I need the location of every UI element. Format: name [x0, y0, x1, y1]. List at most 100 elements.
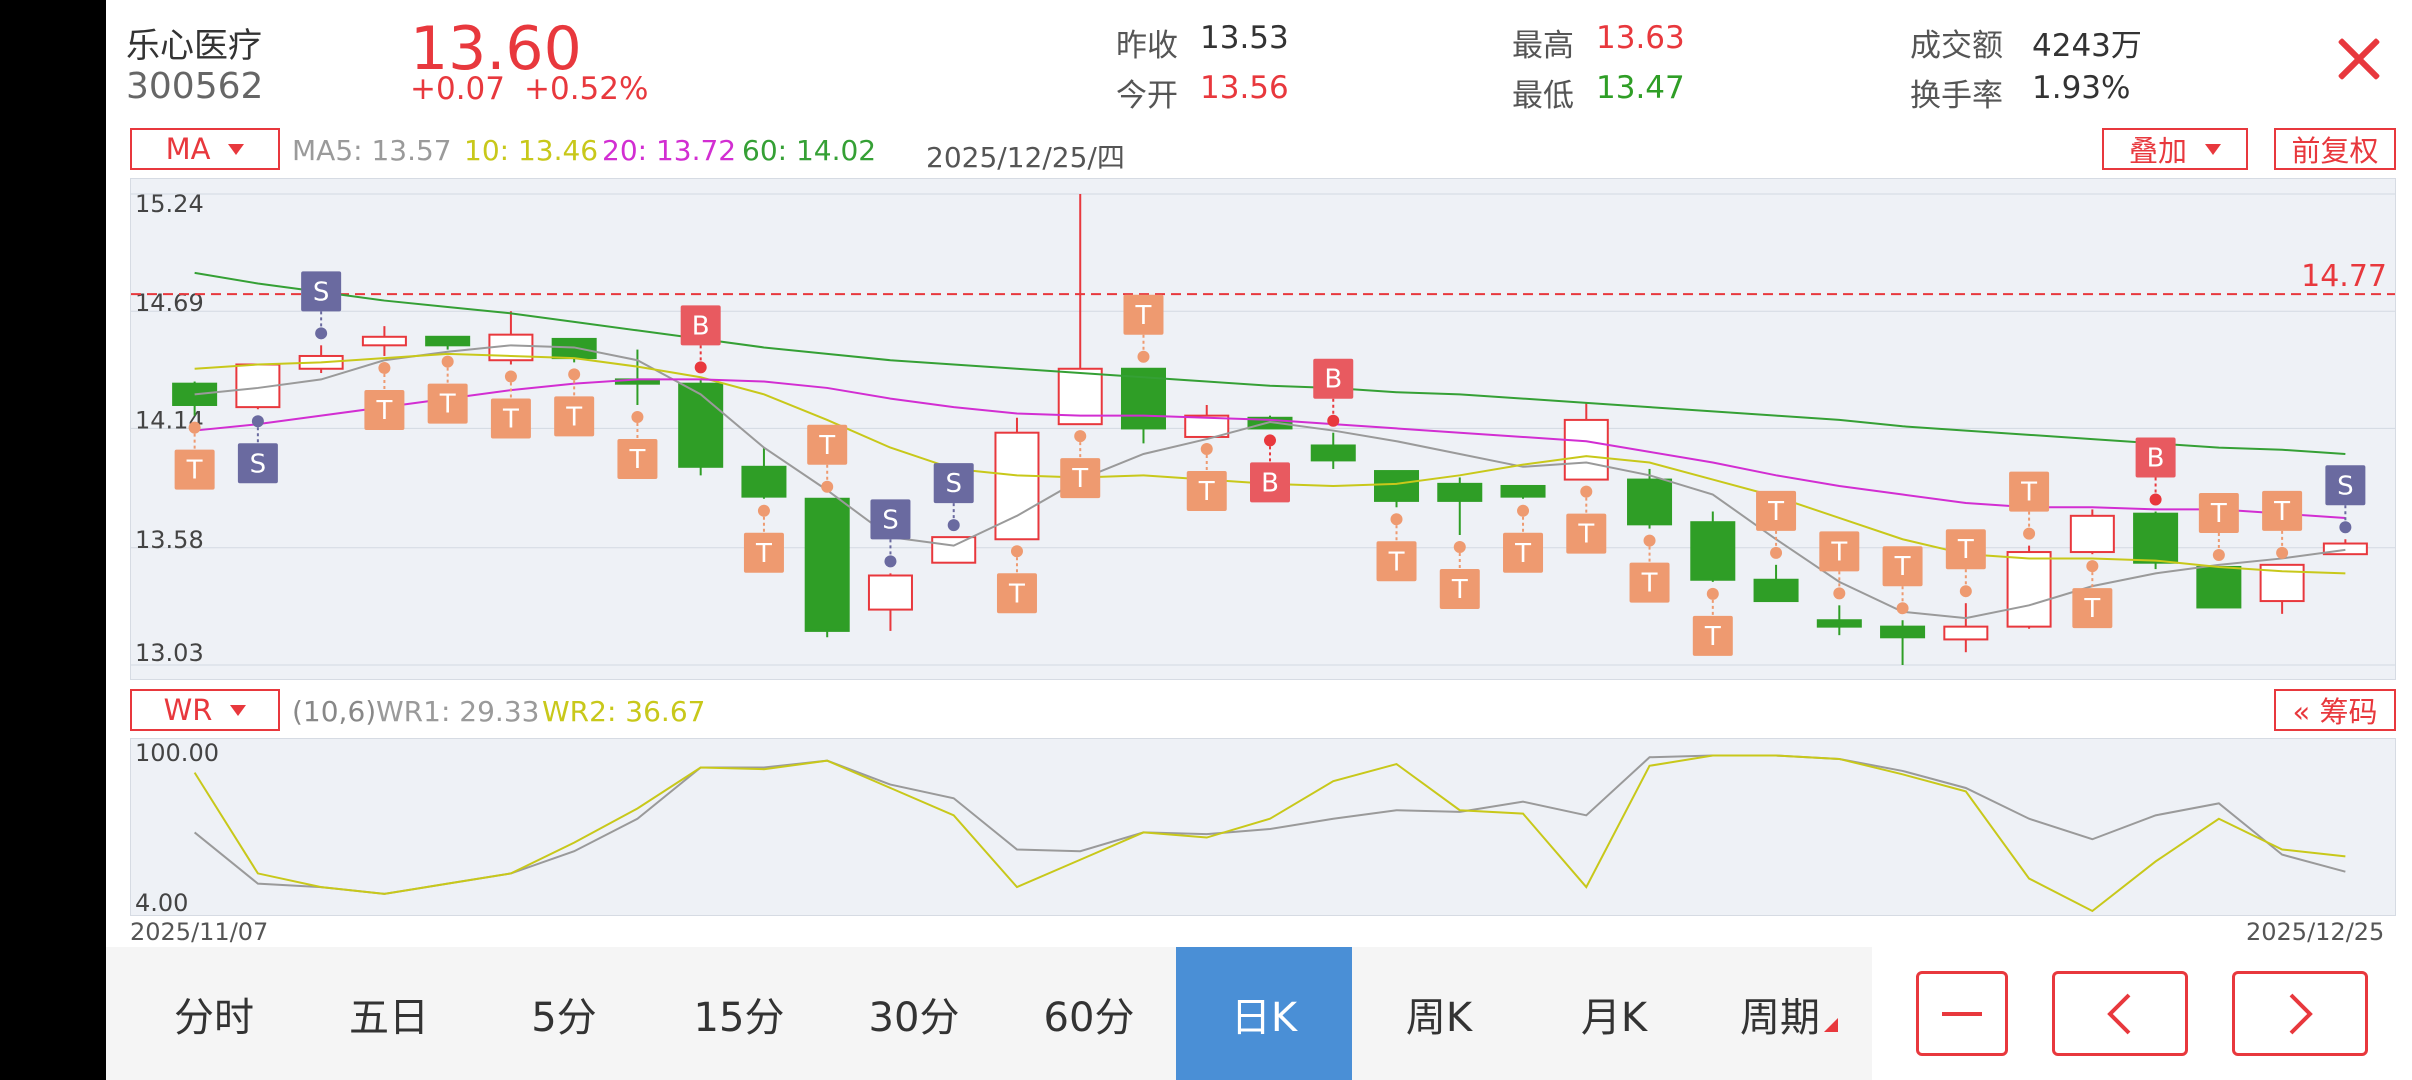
turnover-label: 换手率 — [1910, 78, 2003, 114]
signal-dot — [2149, 493, 2162, 506]
tab-6[interactable]: 日K — [1176, 947, 1352, 1080]
signal-dot — [1517, 504, 1530, 517]
signal-label: T — [565, 402, 582, 432]
signal-dot — [2276, 546, 2289, 559]
amount-label: 成交额 — [1910, 28, 2003, 64]
wr-y-tick-label: 100.00 — [135, 739, 219, 767]
ma60-value: 60: 14.02 — [742, 134, 877, 167]
signal-dot — [2339, 521, 2352, 534]
signal-label: T — [186, 456, 203, 486]
candle-body — [2069, 514, 2115, 554]
wr2-line — [193, 754, 2346, 913]
tab-1[interactable]: 五日 — [301, 947, 477, 1080]
signal-label: T — [1451, 575, 1468, 605]
candle-body — [931, 536, 977, 564]
ma20-value: 20: 13.72 — [602, 134, 737, 167]
signal-label: S — [2337, 471, 2354, 501]
scroll-left-button[interactable] — [2052, 971, 2188, 1056]
signal-label: T — [439, 390, 456, 420]
signal-label: S — [250, 449, 267, 479]
minus-icon — [1942, 1011, 1982, 1016]
tab-3[interactable]: 15分 — [651, 947, 827, 1080]
tab-4[interactable]: 30分 — [826, 947, 1002, 1080]
indicator-selector-ma[interactable]: MA — [130, 128, 280, 170]
adjust-button[interactable]: 前复权 — [2274, 128, 2396, 170]
corner-triangle-icon — [1824, 1017, 1838, 1032]
overlay-label: 叠加 — [2128, 134, 2187, 168]
high-value: 13.63 — [1596, 20, 1685, 56]
overlay-selector[interactable]: 叠加 — [2102, 128, 2248, 170]
signal-label: B — [2147, 444, 2165, 474]
chips-button[interactable]: « 筹码 — [2274, 689, 2396, 731]
stock-code: 300562 — [126, 66, 264, 107]
signal-dot — [884, 555, 897, 568]
signal-label: T — [375, 396, 392, 426]
candle-body — [1816, 619, 1862, 628]
low-label: 最低 — [1512, 78, 1574, 114]
signal-dot — [251, 415, 264, 428]
signal-dot — [1200, 442, 1213, 455]
zoom-out-button[interactable] — [1916, 971, 2008, 1056]
tab-5[interactable]: 60分 — [1001, 947, 1177, 1080]
wr-panel[interactable]: 100.00 4.00 — [130, 738, 2396, 916]
signal-dot — [1137, 350, 1150, 363]
amount-value: 4243万 — [2032, 28, 2142, 64]
signal-label: T — [1008, 579, 1025, 609]
dropdown-arrow-icon — [230, 704, 247, 716]
signal-label: T — [1767, 497, 1784, 527]
signal-label: S — [945, 469, 962, 499]
open-value: 13.56 — [1200, 70, 1289, 106]
open-label: 今开 — [1116, 78, 1178, 114]
tab-0[interactable]: 分时 — [126, 947, 302, 1080]
ma10-value: 10: 13.46 — [464, 134, 599, 167]
current-date: 2025/12/25/四 — [926, 141, 1125, 174]
signal-dot — [441, 355, 454, 368]
signal-label: T — [1071, 464, 1088, 494]
candle-body — [425, 335, 471, 347]
signal-label: T — [1641, 569, 1658, 599]
wr-params: (10,6) — [292, 695, 377, 728]
candle-body — [1880, 625, 1926, 639]
signal-dot — [2023, 527, 2036, 540]
signal-label: T — [818, 431, 835, 461]
signal-label: T — [1577, 520, 1594, 550]
signal-dot — [821, 480, 834, 493]
signal-dot — [1327, 414, 1340, 427]
candle-body — [551, 337, 597, 360]
signal-dot — [631, 410, 644, 423]
turnover-value: 1.93% — [2032, 70, 2131, 106]
scroll-right-button[interactable] — [2232, 971, 2368, 1056]
close-icon[interactable] — [2336, 36, 2382, 82]
wr-y-tick-label: 4.00 — [135, 889, 188, 915]
signal-label: T — [1704, 622, 1721, 652]
wr2-value: WR2: 36.67 — [542, 695, 706, 728]
signal-label: T — [628, 445, 645, 475]
signal-label: T — [502, 404, 519, 434]
candle-body — [867, 574, 913, 611]
tab-9[interactable]: 周期 — [1701, 947, 1877, 1080]
signal-dot — [504, 370, 517, 383]
candle-body — [1500, 484, 1546, 498]
signal-label: B — [1324, 365, 1342, 395]
candle-body — [2196, 565, 2242, 609]
candle-body — [1374, 470, 1420, 502]
prev-close-value: 13.53 — [1200, 20, 1289, 56]
candle-body — [804, 497, 850, 632]
tab-8[interactable]: 月K — [1526, 947, 1702, 1080]
indicator-selector-wr[interactable]: WR — [130, 689, 280, 731]
tab-7[interactable]: 周K — [1351, 947, 1527, 1080]
date-start: 2025/11/07 — [130, 918, 269, 946]
candle-body — [1627, 478, 1673, 526]
wr-chart: 100.00 4.00 — [135, 739, 2346, 915]
y-tick-label: 13.58 — [135, 526, 204, 554]
signal-label: B — [692, 311, 710, 341]
chevron-right-icon — [2289, 993, 2313, 1034]
signal-dot — [947, 519, 960, 532]
wr1-line — [193, 754, 2346, 895]
signal-label: T — [2020, 478, 2037, 508]
signal-label: T — [755, 539, 772, 569]
candlestick-panel[interactable]: 15.24 14.69 14.14 13.58 13.03 14.77 T S S T T T T T B T… — [130, 178, 2396, 680]
tab-2[interactable]: 5分 — [476, 947, 652, 1080]
signal-dot — [188, 421, 201, 434]
signal-dot — [1959, 585, 1972, 598]
